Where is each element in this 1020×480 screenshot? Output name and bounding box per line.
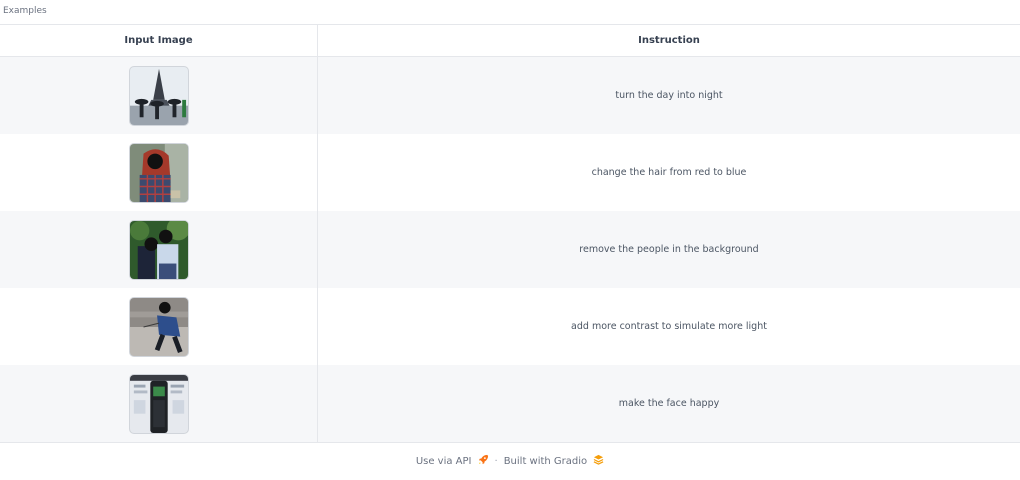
built-with-gradio-link[interactable]: Built with Gradio: [504, 456, 587, 467]
phone-thumbnail[interactable]: [128, 373, 189, 434]
table-header: Input Image Instruction: [0, 25, 1020, 57]
header-instruction: Instruction: [318, 25, 1020, 56]
eiffel-umbrellas-thumbnail[interactable]: [128, 65, 189, 126]
row-instruction-cell[interactable]: add more contrast to simulate more light: [318, 288, 1020, 365]
example-row[interactable]: change the hair from red to blue: [0, 134, 1020, 211]
footer: Use via API · Built with Gradio: [0, 454, 1020, 468]
row-image-cell[interactable]: [0, 134, 318, 211]
instruction-text: change the hair from red to blue: [591, 167, 747, 178]
row-instruction-cell[interactable]: turn the day into night: [318, 57, 1020, 134]
footer-separator: ·: [494, 455, 498, 467]
row-image-cell[interactable]: [0, 365, 318, 442]
instruction-text: add more contrast to simulate more light: [571, 321, 767, 332]
instruction-text: turn the day into night: [615, 90, 723, 101]
example-row[interactable]: remove the people in the background: [0, 211, 1020, 288]
gradio-logo-icon: [593, 454, 604, 468]
instruction-text: make the face happy: [618, 398, 720, 409]
example-row[interactable]: turn the day into night: [0, 57, 1020, 134]
examples-label: Examples: [3, 6, 47, 16]
instruction-text: remove the people in the background: [579, 244, 759, 255]
runner-thumbnail[interactable]: [128, 296, 189, 357]
row-instruction-cell[interactable]: make the face happy: [318, 365, 1020, 442]
header-instruction-label: Instruction: [638, 35, 700, 46]
use-via-api-link[interactable]: Use via API: [416, 456, 472, 467]
row-image-cell[interactable]: [0, 57, 318, 134]
row-instruction-cell[interactable]: change the hair from red to blue: [318, 134, 1020, 211]
couple-thumbnail[interactable]: [128, 219, 189, 280]
header-input-image-label: Input Image: [124, 35, 193, 46]
header-input-image: Input Image: [0, 25, 318, 56]
examples-table: Input Image Instruction turn the day int…: [0, 24, 1020, 443]
rocket-icon: [478, 454, 489, 468]
row-image-cell[interactable]: [0, 288, 318, 365]
example-row[interactable]: add more contrast to simulate more light: [0, 288, 1020, 365]
example-row[interactable]: make the face happy: [0, 365, 1020, 443]
row-instruction-cell[interactable]: remove the people in the background: [318, 211, 1020, 288]
red-hair-woman-thumbnail[interactable]: [128, 142, 189, 203]
row-image-cell[interactable]: [0, 211, 318, 288]
